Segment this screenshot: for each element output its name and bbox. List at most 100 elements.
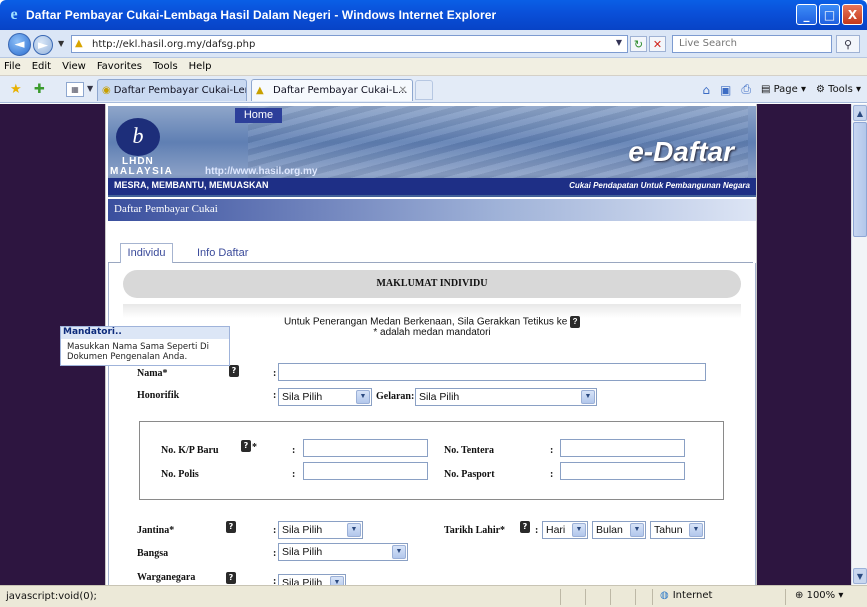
identification-box [139, 421, 724, 500]
kp-baru-label: No. K/P Baru [161, 445, 219, 456]
polis-input[interactable] [303, 462, 428, 480]
lhdn-logo-icon: b [116, 118, 160, 156]
refresh-button[interactable]: ↻ [630, 36, 647, 52]
page-menu[interactable]: ▤ Page ▾ [761, 84, 806, 95]
jantina-select[interactable]: Sila Pilih ▼ [278, 521, 363, 539]
tab-page-icon: ◉ [102, 85, 111, 96]
bulan-select[interactable]: Bulan ▼ [592, 521, 646, 539]
url-input[interactable] [92, 38, 612, 50]
title-bar: e Daftar Pembayar Cukai-Lembaga Hasil Da… [0, 0, 867, 30]
slogan: MESRA, MEMBANTU, MEMUASKAN [114, 180, 269, 190]
bangsa-label: Bangsa [137, 548, 169, 559]
form-heading: MAKLUMAT INDIVIDU [123, 270, 741, 298]
jantina-help-icon[interactable]: ? [226, 521, 236, 533]
minimize-button[interactable]: _ [796, 4, 817, 25]
kp-baru-input[interactable] [303, 439, 428, 457]
vertical-scrollbar[interactable]: ▲ ▼ [851, 104, 867, 585]
tab-2[interactable]: ▲ Daftar Pembayar Cukai-L... ✕ [251, 79, 413, 101]
menu-tools[interactable]: Tools [153, 61, 178, 72]
page-warning-icon: ▲ [75, 38, 83, 49]
search-button[interactable]: ⚲ [836, 35, 860, 53]
scroll-up-icon[interactable]: ▲ [853, 105, 867, 121]
tab-warning-icon: ▲ [256, 85, 264, 96]
bangsa-select[interactable]: Sila Pilih ▼ [278, 543, 408, 561]
menu-file[interactable]: File [4, 61, 21, 72]
back-button[interactable]: ◄ [8, 33, 31, 56]
malaysia-text: MALAYSIA [110, 166, 174, 177]
tentera-label: No. Tentera [444, 445, 494, 456]
tab-individu[interactable]: Individu [120, 243, 173, 263]
tahun-select[interactable]: Tahun ▼ [650, 521, 705, 539]
add-favorite-icon[interactable]: ✚ [34, 82, 45, 97]
hari-select[interactable]: Hari ▼ [542, 521, 588, 539]
scroll-thumb[interactable] [853, 122, 867, 237]
tab-1-label: Daftar Pembayar Cukai-Lemb... [113, 85, 246, 96]
polis-label: No. Polis [161, 469, 199, 480]
forward-arrow-icon: ► [38, 37, 48, 53]
scroll-down-icon[interactable]: ▼ [853, 568, 867, 584]
status-bar: javascript:void(0); ◍ Internet ⊕ 100% ▾ [0, 585, 867, 607]
status-text: javascript:void(0); [6, 591, 97, 602]
address-bar[interactable]: ▲ ▼ [71, 35, 628, 53]
feeds-icon[interactable]: ▣ [720, 83, 731, 97]
address-toolbar: ◄ ► ▼ ▲ ▼ ↻ ✕ ⚲ [0, 30, 867, 58]
tarikh-help-icon[interactable]: ? [520, 521, 530, 533]
new-tab-button[interactable] [415, 80, 433, 100]
tentera-input[interactable] [560, 439, 685, 457]
favorites-star-icon[interactable]: ★ [10, 82, 22, 97]
tab-close-icon[interactable]: ✕ [399, 85, 407, 96]
search-box[interactable] [672, 35, 832, 53]
chevron-down-icon: ▼ [689, 523, 703, 537]
forward-button[interactable]: ► [33, 35, 53, 55]
chevron-down-icon: ▼ [630, 523, 644, 537]
address-dropdown-icon[interactable]: ▼ [613, 38, 625, 50]
tooltip-body: Masukkan Nama Sama Seperti Di Dokumen Pe… [67, 342, 209, 362]
menu-view[interactable]: View [62, 61, 86, 72]
print-icon[interactable]: ⎙ [741, 82, 751, 97]
stop-button[interactable]: ✕ [649, 36, 666, 52]
menu-edit[interactable]: Edit [32, 61, 51, 72]
zoom-level[interactable]: ⊕ 100% ▾ [795, 590, 843, 601]
kp-help-icon[interactable]: ? [241, 440, 251, 452]
nama-input[interactable] [278, 363, 706, 381]
pasport-input[interactable] [560, 462, 685, 480]
header-banner: Home b LHDN MALAYSIA http://www.hasil.or… [108, 106, 756, 197]
maximize-button[interactable]: □ [819, 4, 840, 25]
honorifik-select[interactable]: Sila Pilih ▼ [278, 388, 372, 406]
nama-help-icon[interactable]: ? [229, 365, 239, 377]
tab-2-label: Daftar Pembayar Cukai-L... [273, 85, 408, 96]
page-icon: ▤ [760, 84, 771, 95]
refresh-icon: ↻ [633, 37, 644, 51]
tools-menu[interactable]: ⚙ Tools ▾ [816, 84, 861, 95]
quick-tabs-icon[interactable]: ▦ [66, 82, 84, 97]
close-button[interactable]: X [842, 4, 863, 25]
mandatori-tooltip: Mandatori.. Masukkan Nama Sama Seperti D… [60, 326, 230, 366]
tarikh-lahir-label: Tarikh Lahir* [444, 525, 506, 536]
tagline: Cukai Pendapatan Untuk Pembangunan Negar… [569, 181, 750, 190]
menu-help[interactable]: Help [189, 61, 212, 72]
search-input[interactable] [679, 38, 829, 49]
chevron-down-icon: ▼ [392, 545, 406, 559]
site-url: http://www.hasil.org.my [205, 166, 318, 177]
gelaran-select[interactable]: Sila Pilih ▼ [415, 388, 597, 406]
jantina-label: Jantina* [137, 525, 175, 536]
tab-1[interactable]: ◉ Daftar Pembayar Cukai-Lemb... [97, 79, 247, 101]
window-title: Daftar Pembayar Cukai-Lembaga Hasil Dala… [26, 8, 497, 22]
stop-icon: ✕ [652, 37, 663, 51]
chevron-down-icon: ▼ [330, 576, 344, 585]
home-link[interactable]: Home [235, 108, 282, 123]
warganegara-label: Warganegara [137, 572, 196, 583]
menu-favorites[interactable]: Favorites [97, 61, 142, 72]
chevron-down-icon: ▼ [581, 390, 595, 404]
tab-list-dropdown-icon[interactable]: ▼ [87, 84, 93, 93]
globe-icon: ◍ [660, 590, 669, 601]
nama-label: Nama* [137, 368, 168, 379]
home-icon[interactable]: ⌂ [702, 83, 710, 97]
pasport-label: No. Pasport [444, 469, 495, 480]
tooltip-title: Mandatori.. [61, 327, 229, 339]
history-dropdown-icon[interactable]: ▼ [58, 39, 64, 48]
warganegara-help-icon[interactable]: ? [226, 572, 236, 584]
warganegara-select[interactable]: Sila Pilih ▼ [278, 574, 346, 585]
tab-info-daftar[interactable]: Info Daftar [197, 243, 248, 263]
gear-icon: ⚙ [816, 84, 825, 95]
